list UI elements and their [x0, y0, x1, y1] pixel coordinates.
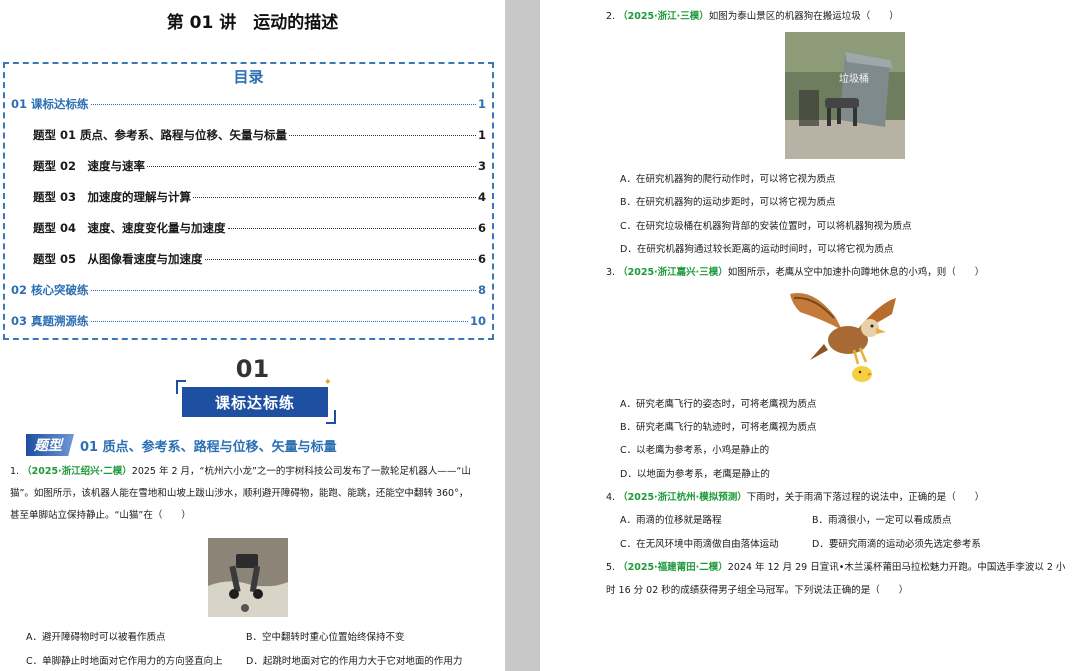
- document-title: 第 01 讲 运动的描述: [166, 13, 339, 33]
- table-of-contents: 目录 01 课标达标练 1 题型 01 质点、参考系、路程与位移、矢量与标量 1 题…: [3, 62, 494, 340]
- choice-d: D．在研究机器狗通过较长距离的运动时间时，可以将它视为质点: [620, 244, 894, 255]
- question-source: （2025·浙江嘉兴·三模）: [618, 267, 728, 278]
- choice-c: C．在研究垃圾桶在机器狗背部的安装位置时，可以将机器狗视为质点: [620, 221, 912, 232]
- toc-heading: 目录: [233, 68, 264, 86]
- choice-a: A．在研究机器狗的爬行动作时，可以将它视为质点: [620, 174, 836, 185]
- choice-d: D．以地面为参考系，老鹰是静止的: [620, 469, 770, 480]
- topic-heading: 题型 01 质点、参考系、路程与位移、矢量与标量: [26, 434, 337, 456]
- document-page-right: 2. （2025·浙江·三模）如图为泰山景区的机器狗在搬运垃圾（ ） 垃圾桶 A…: [540, 0, 1080, 671]
- choice-a: A．雨滴的位移就是路程: [620, 515, 722, 526]
- question-2-stem: 2. （2025·浙江·三模）如图为泰山景区的机器狗在搬运垃圾（ ）: [606, 11, 899, 22]
- topic-tag: 题型: [26, 434, 74, 456]
- question-4-stem: 4. （2025·浙江杭州·模拟预测）下雨时，关于雨滴下落过程的说法中，正确的是…: [606, 492, 985, 503]
- robot-lynx-photo: [208, 538, 288, 617]
- choice-d: D．起跳时地面对它的作用力大于它对地面的作用力: [246, 656, 463, 667]
- choice-d: D．要研究雨滴的运动必须先选定参考系: [812, 539, 981, 550]
- toc-entry[interactable]: 题型 02 速度与速率 3: [33, 158, 486, 174]
- question-1-stem: 1. （2025·浙江绍兴·二模）2025 年 2 月，“杭州六小龙”之一的宇树…: [10, 466, 471, 521]
- toc-entry[interactable]: 01 课标达标练 1: [11, 96, 486, 112]
- section-number: 01: [235, 355, 270, 383]
- question-5-stem-continued: 时 16 分 02 秒的成绩获得男子组全马冠军。下列说法正确的是（ ）: [606, 585, 909, 596]
- choice-b: B．空中翻转时重心位置始终保持不变: [246, 632, 405, 643]
- toc-entry[interactable]: 题型 04 速度、速度变化量与加速度 6: [33, 220, 486, 236]
- question-source: （2025·浙江绍兴·二模）: [22, 466, 132, 477]
- toc-entry[interactable]: 题型 01 质点、参考系、路程与位移、矢量与标量 1: [33, 127, 486, 143]
- document-page-left: 第 01 讲 运动的描述 目录 01 课标达标练 1 题型 01 质点、参考系、路…: [0, 0, 505, 671]
- toc-entry[interactable]: 题型 03 加速度的理解与计算 4: [33, 189, 486, 205]
- question-source: （2025·浙江·三模）: [618, 11, 709, 22]
- choice-b: B．在研究机器狗的运动步距时，可以将它视为质点: [620, 197, 836, 208]
- choice-a: A．研究老鹰飞行的姿态时，可将老鹰视为质点: [620, 399, 817, 410]
- choice-c: C．以老鹰为参考系，小鸡是静止的: [620, 445, 770, 456]
- section-banner: 课标达标练 ✦: [176, 377, 336, 424]
- sparkle-icon: ✦: [323, 377, 332, 388]
- eagle-and-chick-illustration: [784, 284, 904, 386]
- trash-bin-label: 垃圾桶: [839, 74, 869, 85]
- robot-dog-photo: 垃圾桶: [785, 32, 905, 159]
- choice-b: B．雨滴很小，一定可以看成质点: [812, 515, 952, 526]
- toc-entry[interactable]: 02 核心突破练 8: [11, 282, 486, 298]
- choice-c: C．单脚静止时地面对它作用力的方向竖直向上: [26, 656, 223, 667]
- choice-c: C．在无风环境中雨滴做自由落体运动: [620, 539, 779, 550]
- toc-entry[interactable]: 03 真题溯源练 10: [11, 313, 486, 329]
- question-5-stem: 5. （2025·福建莆田·二模）2024 年 12 月 29 日宣讯•木兰溪杯…: [606, 562, 1066, 573]
- question-source: （2025·福建莆田·二模）: [618, 562, 728, 573]
- question-3-stem: 3. （2025·浙江嘉兴·三模）如图所示，老鹰从空中加速扑向蹲地休息的小鸡，则…: [606, 267, 985, 278]
- choice-b: B．研究老鹰飞行的轨迹时，可将老鹰视为质点: [620, 422, 817, 433]
- topic-title: 01 质点、参考系、路程与位移、矢量与标量: [80, 439, 337, 455]
- section-banner-title: 课标达标练: [182, 387, 328, 417]
- toc-entry[interactable]: 题型 05 从图像看速度与加速度 6: [33, 251, 486, 267]
- question-source: （2025·浙江杭州·模拟预测）: [618, 492, 747, 503]
- choice-a: A．避开障碍物时可以被看作质点: [26, 632, 166, 643]
